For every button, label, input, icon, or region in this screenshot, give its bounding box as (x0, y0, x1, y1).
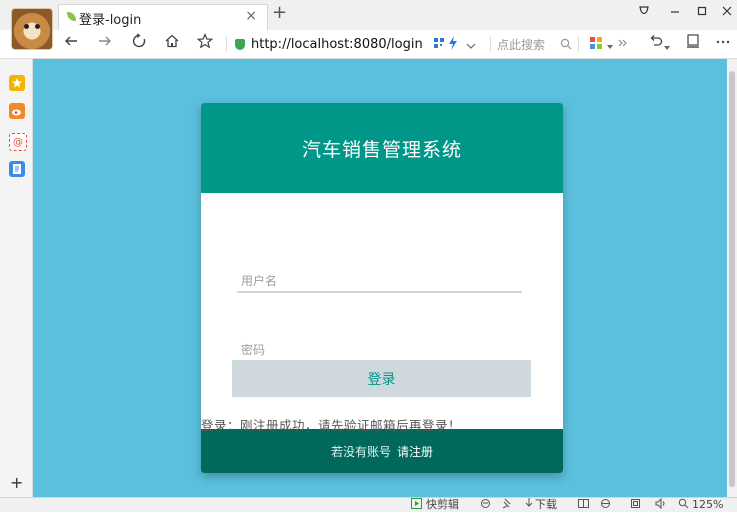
user-avatar[interactable] (11, 8, 53, 50)
browser-sidebar: @ + (0, 59, 33, 497)
site-favicon-icon (67, 12, 76, 21)
system-title: 汽车销售管理系统 (301, 138, 462, 161)
qr-code-icon[interactable] (433, 36, 445, 56)
zoom-level[interactable]: 125% (692, 498, 723, 512)
new-tab-button[interactable]: + (272, 4, 287, 22)
vertical-scrollbar[interactable] (727, 59, 737, 497)
undo-dropdown-icon[interactable] (664, 36, 670, 56)
favorites-star-icon[interactable] (9, 75, 25, 91)
tab-strip: 登录-login × + (0, 0, 737, 31)
close-window-button[interactable] (721, 5, 733, 21)
login-card: 汽车销售管理系统 登录 若没有账号 请注册 登录：刚注册成功，请先验证邮箱后再登… (201, 103, 563, 473)
login-header: 汽车销售管理系统 (201, 103, 563, 193)
status-message: 登录：刚注册成功，请先验证邮箱后再登录！ (201, 418, 462, 433)
weibo-icon[interactable] (9, 103, 25, 119)
apps-dropdown-icon[interactable] (606, 36, 614, 56)
register-link[interactable]: 请注册 (397, 443, 433, 460)
username-field[interactable] (237, 271, 522, 293)
address-text: http://localhost:8080/login (251, 36, 423, 52)
skin-icon[interactable] (638, 5, 650, 21)
toolbar-divider (578, 36, 579, 52)
document-icon[interactable] (9, 161, 25, 177)
home-button[interactable] (164, 33, 180, 54)
tab-close-button[interactable]: × (245, 8, 257, 24)
reading-mode-icon[interactable] (685, 33, 701, 54)
menu-more-icon[interactable] (715, 33, 731, 54)
back-button[interactable] (63, 33, 79, 54)
download-label[interactable]: 下载 (535, 498, 557, 512)
status-bar: 快剪辑 下载 125% (0, 497, 737, 512)
scrollbar-thumb[interactable] (729, 71, 735, 487)
apps-grid-icon[interactable] (589, 35, 603, 55)
tab-title: 登录-login (79, 13, 142, 28)
sidebar-add-button[interactable]: + (10, 475, 23, 491)
maximize-button[interactable] (696, 5, 708, 21)
more-extensions-icon[interactable] (618, 34, 628, 54)
toolbar-divider (226, 36, 227, 52)
email-icon[interactable]: @ (9, 133, 27, 151)
no-account-text: 若没有账号 (330, 444, 391, 459)
clip-label[interactable]: 快剪辑 (426, 498, 459, 512)
login-button[interactable]: 登录 (232, 360, 531, 397)
secure-shield-icon (235, 38, 245, 50)
password-field[interactable] (237, 340, 522, 362)
page-content: 汽车销售管理系统 登录 若没有账号 请注册 登录：刚注册成功，请先验证邮箱后再登… (33, 59, 727, 497)
refresh-button[interactable] (131, 33, 147, 54)
address-bar[interactable]: http://localhost:8080/login (235, 34, 423, 54)
minimize-button[interactable] (669, 5, 681, 21)
lightning-icon[interactable] (448, 35, 458, 55)
favorite-star-icon[interactable] (196, 32, 214, 54)
login-footer: 若没有账号 请注册 (201, 429, 563, 473)
browser-toolbar: http://localhost:8080/login 点此搜索 (0, 30, 737, 59)
search-icon[interactable] (560, 35, 572, 55)
undo-close-tab-icon[interactable] (648, 33, 664, 54)
chevron-down-icon[interactable] (466, 36, 476, 56)
forward-button[interactable] (97, 33, 113, 54)
browser-tab[interactable]: 登录-login × (58, 4, 268, 31)
